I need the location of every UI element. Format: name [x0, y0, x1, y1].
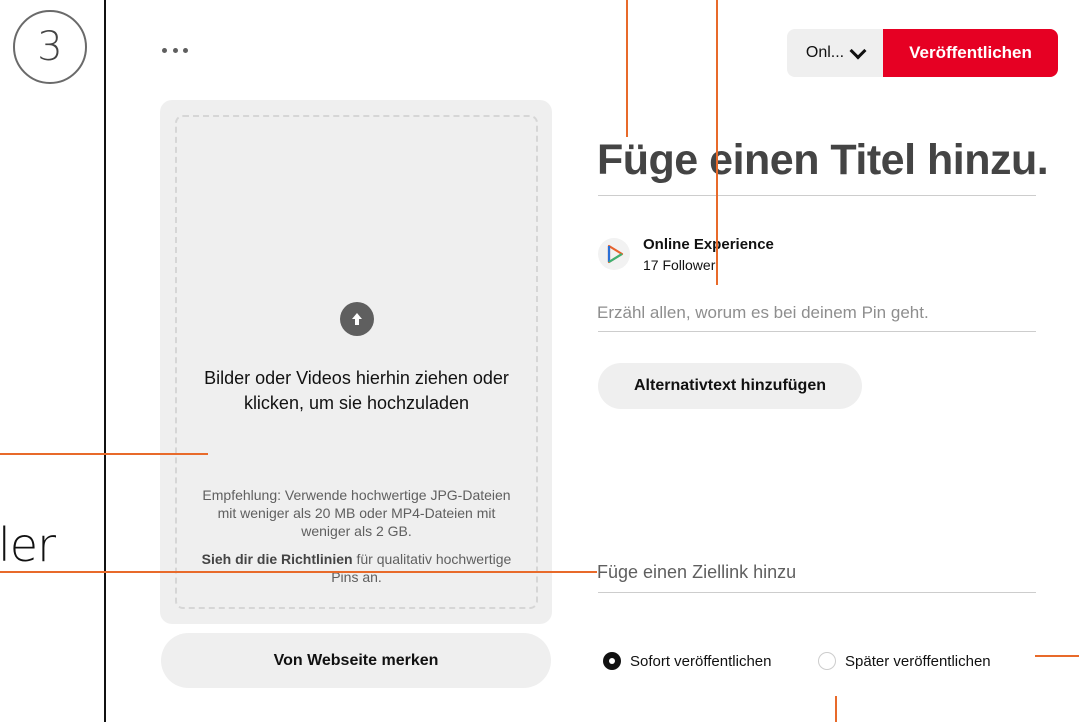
publish-now-label[interactable]: Sofort veröffentlichen [630, 653, 771, 670]
annotation-text: ler [0, 518, 56, 572]
annotation-line [0, 453, 208, 455]
guidelines-link[interactable]: Sieh dir die Richtlinien [202, 551, 353, 567]
more-options-icon[interactable] [162, 40, 188, 60]
link-underline [598, 592, 1036, 593]
publish-now-radio[interactable] [603, 652, 621, 670]
annotation-line [1035, 655, 1079, 657]
add-alt-text-button[interactable]: Alternativtext hinzufügen [598, 363, 862, 409]
board-select[interactable]: Onl... [787, 29, 883, 77]
account-followers: 17 Follower [643, 257, 716, 273]
board-select-label: Onl... [805, 44, 845, 61]
title-input[interactable]: Füge einen Titel hinzu. [597, 136, 1049, 185]
publish-later-radio[interactable] [818, 652, 836, 670]
upload-recommendation: Empfehlung: Verwende hochwertige JPG-Dat… [202, 487, 511, 539]
annotation-line [626, 0, 628, 137]
destination-link-input[interactable]: Füge einen Ziellink hinzu [597, 562, 796, 583]
divider-line [104, 0, 106, 722]
step-number-circle: 3 [13, 10, 87, 84]
guidelines-text: Sieh dir die Richtlinien für qualitativ … [200, 550, 513, 586]
account-avatar-icon [598, 238, 630, 270]
title-underline [598, 195, 1036, 196]
annotation-line [716, 0, 718, 285]
annotation-line [0, 571, 597, 573]
publish-button[interactable]: Veröffentlichen [883, 29, 1058, 77]
upload-arrow-icon [340, 302, 374, 336]
save-from-website-button[interactable]: Von Webseite merken [161, 633, 551, 688]
publish-later-label[interactable]: Später veröffentlichen [845, 653, 991, 670]
description-input[interactable]: Erzähl allen, worum es bei deinem Pin ge… [597, 303, 929, 323]
chevron-down-icon [849, 42, 867, 59]
account-name: Online Experience [643, 236, 774, 253]
guidelines-rest: für qualitativ hochwertige Pins an. [331, 551, 512, 585]
upload-instruction: Bilder oder Videos hierhin ziehen oder k… [204, 368, 509, 413]
annotation-line [835, 696, 837, 722]
description-underline [598, 331, 1036, 332]
